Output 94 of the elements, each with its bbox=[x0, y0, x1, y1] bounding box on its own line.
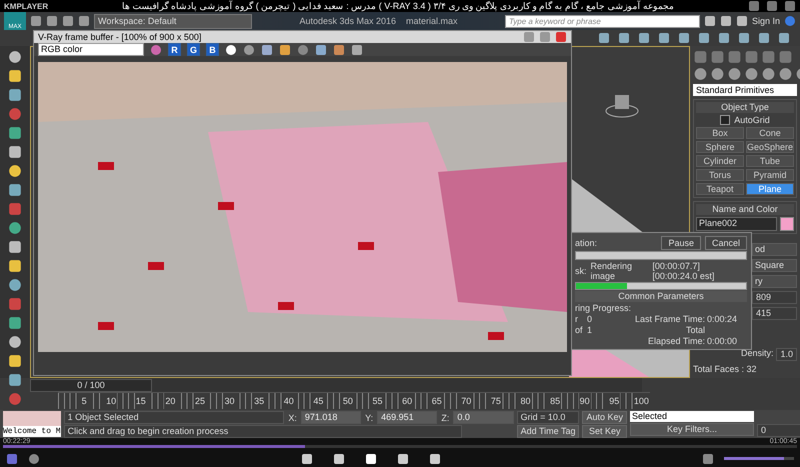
workspace-dropdown[interactable]: Workspace: Default bbox=[94, 14, 252, 28]
rollout-header[interactable]: Name and Color bbox=[696, 204, 794, 215]
task-name: Rendering image bbox=[590, 260, 634, 280]
stat-time: 0:00:24 bbox=[707, 314, 738, 324]
tick-label: 55 bbox=[372, 393, 384, 409]
object-type-button[interactable]: GeoSphere bbox=[746, 141, 794, 153]
tick-label: 70 bbox=[460, 393, 472, 409]
time-slider-thumb[interactable]: 0 / 100 bbox=[30, 378, 152, 392]
object-type-button[interactable]: Cylinder bbox=[696, 155, 744, 167]
tick-label: 5 bbox=[80, 393, 88, 409]
tick-label: 75 bbox=[490, 393, 502, 409]
channel-toggle[interactable]: G bbox=[187, 43, 200, 56]
tick-label: 90 bbox=[578, 393, 591, 409]
panel-button[interactable]: ry bbox=[752, 275, 797, 288]
dialog-button[interactable]: Pause bbox=[661, 236, 701, 250]
density-label: Density: bbox=[740, 348, 774, 360]
tick-label: 15 bbox=[134, 393, 147, 409]
object-type-button[interactable]: Box bbox=[696, 127, 744, 139]
tick-label: 65 bbox=[430, 393, 443, 409]
tick-label: 35 bbox=[253, 393, 266, 409]
stat-label: r bbox=[575, 314, 578, 324]
tick-label: 20 bbox=[164, 393, 176, 409]
stat-label: of bbox=[575, 325, 583, 335]
object-type-button[interactable]: Torus bbox=[696, 169, 744, 181]
tick-label: 85 bbox=[549, 393, 562, 409]
time-ruler[interactable]: 5 10 15 20 25 30 35 40 45 50 55 60 65 70 75 80 85 90 95 100 bbox=[58, 392, 650, 409]
grid-status: Grid = 10.0 bbox=[516, 411, 580, 424]
task-time: [00:00:07.7] [00:00:24.0 est] bbox=[652, 260, 716, 280]
object-type-button[interactable]: Sphere bbox=[696, 141, 744, 153]
coord-label: Y: bbox=[365, 412, 374, 422]
object-type-button[interactable]: Plane bbox=[746, 183, 794, 195]
tick-label: 50 bbox=[342, 393, 354, 409]
panel-button[interactable]: Square bbox=[752, 259, 797, 272]
tick-label: 95 bbox=[608, 393, 620, 409]
frame-field[interactable]: 0 bbox=[757, 424, 800, 437]
stat-label: Total bbox=[686, 325, 705, 335]
channel-toggle[interactable]: B bbox=[206, 43, 219, 56]
object-type-button[interactable]: Cone bbox=[746, 127, 794, 139]
channel-dropdown[interactable]: RGB color bbox=[38, 43, 144, 56]
tick-label: 40 bbox=[282, 393, 295, 409]
tick-label: 80 bbox=[519, 393, 532, 409]
spinner-field[interactable]: 415 bbox=[752, 307, 797, 320]
coord-field[interactable]: 971.018 bbox=[300, 411, 362, 424]
object-type-button[interactable]: Teapot bbox=[696, 183, 744, 195]
sign-in-link[interactable]: Sign In bbox=[752, 16, 780, 26]
selection-status: 1 Object Selected bbox=[64, 411, 284, 424]
video-title: مجموعه آموزشی جامع ، گام به گام و کاربردی پلاگین وی ری ۳/۴ ( V-RAY 3.4 ) مدرس : سعید فدایی ( تیچرمن ) گروه آموزشی پادشاه گرافیست ها bbox=[121, 0, 675, 12]
coord-label: Z: bbox=[441, 412, 450, 422]
task-label: sk: bbox=[575, 266, 587, 276]
object-type-button[interactable]: Tube bbox=[746, 155, 794, 167]
auto-key-button[interactable]: Auto Key bbox=[582, 411, 628, 424]
time-slider-track[interactable]: 0 / 100 bbox=[30, 378, 642, 392]
coord-label: X: bbox=[288, 412, 297, 422]
name-field[interactable]: Plane002 bbox=[696, 217, 777, 231]
app-title: Autodesk 3ds Max 2016 material.max bbox=[298, 16, 459, 26]
spinner-field[interactable]: 809 bbox=[752, 291, 797, 304]
rollout-header[interactable]: Object Type bbox=[696, 102, 794, 113]
stat-label: Last Frame Time: bbox=[634, 314, 705, 324]
tick-label: 10 bbox=[105, 393, 118, 409]
dialog-label: ation: bbox=[575, 238, 598, 248]
coord-field[interactable]: 469.951 bbox=[377, 411, 438, 424]
color-swatch[interactable] bbox=[780, 217, 794, 231]
channel-toggle[interactable]: R bbox=[168, 43, 181, 56]
seek-bar[interactable] bbox=[3, 445, 797, 448]
progress-label: ring Progress: bbox=[575, 303, 632, 313]
tick-label: 25 bbox=[194, 393, 206, 409]
dialog-button[interactable]: Cancel bbox=[704, 236, 747, 250]
autogrid-label: AutoGrid bbox=[734, 115, 770, 125]
autogrid-checkbox[interactable] bbox=[720, 115, 730, 125]
stat-value: 0 bbox=[587, 314, 592, 324]
search-field[interactable]: Type a keyword or phrase bbox=[504, 14, 700, 28]
coord-field[interactable]: 0.0 bbox=[453, 411, 514, 424]
section-header[interactable]: Common Parameters bbox=[575, 291, 747, 302]
density-field[interactable]: 1.0 bbox=[776, 348, 797, 361]
tick-label: 60 bbox=[401, 393, 414, 409]
circle-icon[interactable] bbox=[225, 44, 237, 56]
window-title: V-Ray frame buffer - [100% of 900 x 500] bbox=[38, 32, 202, 42]
set-key-button[interactable]: Set Key bbox=[582, 425, 628, 438]
player-name: KMPLAYER bbox=[4, 2, 48, 10]
stat-time: 0:00:00 bbox=[707, 336, 738, 346]
total-faces-label: Total Faces : 32 bbox=[693, 364, 758, 374]
add-time-tag-button[interactable]: Add Time Tag bbox=[516, 425, 580, 438]
tick-label: 100 bbox=[632, 393, 650, 409]
key-mode-dropdown[interactable]: Selected bbox=[630, 411, 754, 422]
tick-label: 45 bbox=[312, 393, 324, 409]
tick-label: 30 bbox=[224, 393, 236, 409]
stat-value: 1 bbox=[587, 325, 592, 335]
object-type-button[interactable]: Pyramid bbox=[746, 169, 794, 181]
panel-button[interactable]: od bbox=[752, 243, 797, 256]
category-dropdown[interactable]: Standard Primitives bbox=[693, 84, 797, 96]
maxscript-field[interactable]: Welcome to M bbox=[3, 426, 61, 437]
stat-label: Elapsed Time: bbox=[648, 336, 705, 346]
viewcube-icon[interactable] bbox=[605, 92, 639, 118]
key-filters-button[interactable]: Key Filters... bbox=[630, 423, 754, 436]
